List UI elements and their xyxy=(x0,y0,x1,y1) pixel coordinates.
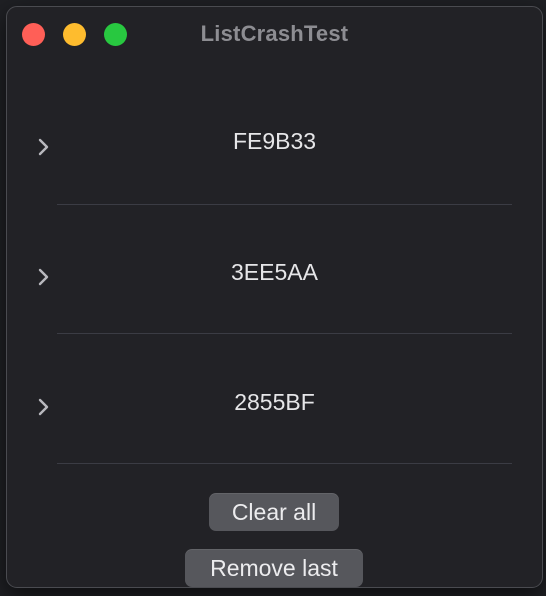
window-title: ListCrashTest xyxy=(200,21,349,46)
row-divider xyxy=(57,463,512,464)
list-item-label: 3EE5AA xyxy=(231,259,318,285)
list-item[interactable]: 2855BF xyxy=(7,321,542,464)
list-item[interactable]: FE9B33 xyxy=(7,61,542,205)
list-item-label: 2855BF xyxy=(234,389,315,415)
desktop: ListCrashTest FE9B33 3EE5AA 2855BF Clear… xyxy=(0,0,546,596)
clear-all-button[interactable]: Clear all xyxy=(209,493,339,531)
app-window: ListCrashTest FE9B33 3EE5AA 2855BF Clear… xyxy=(6,6,543,588)
title-bar[interactable]: ListCrashTest xyxy=(7,7,542,61)
list-item-label: FE9B33 xyxy=(232,128,317,154)
remove-last-button[interactable]: Remove last xyxy=(185,549,363,587)
list-item[interactable]: 3EE5AA xyxy=(7,191,542,334)
